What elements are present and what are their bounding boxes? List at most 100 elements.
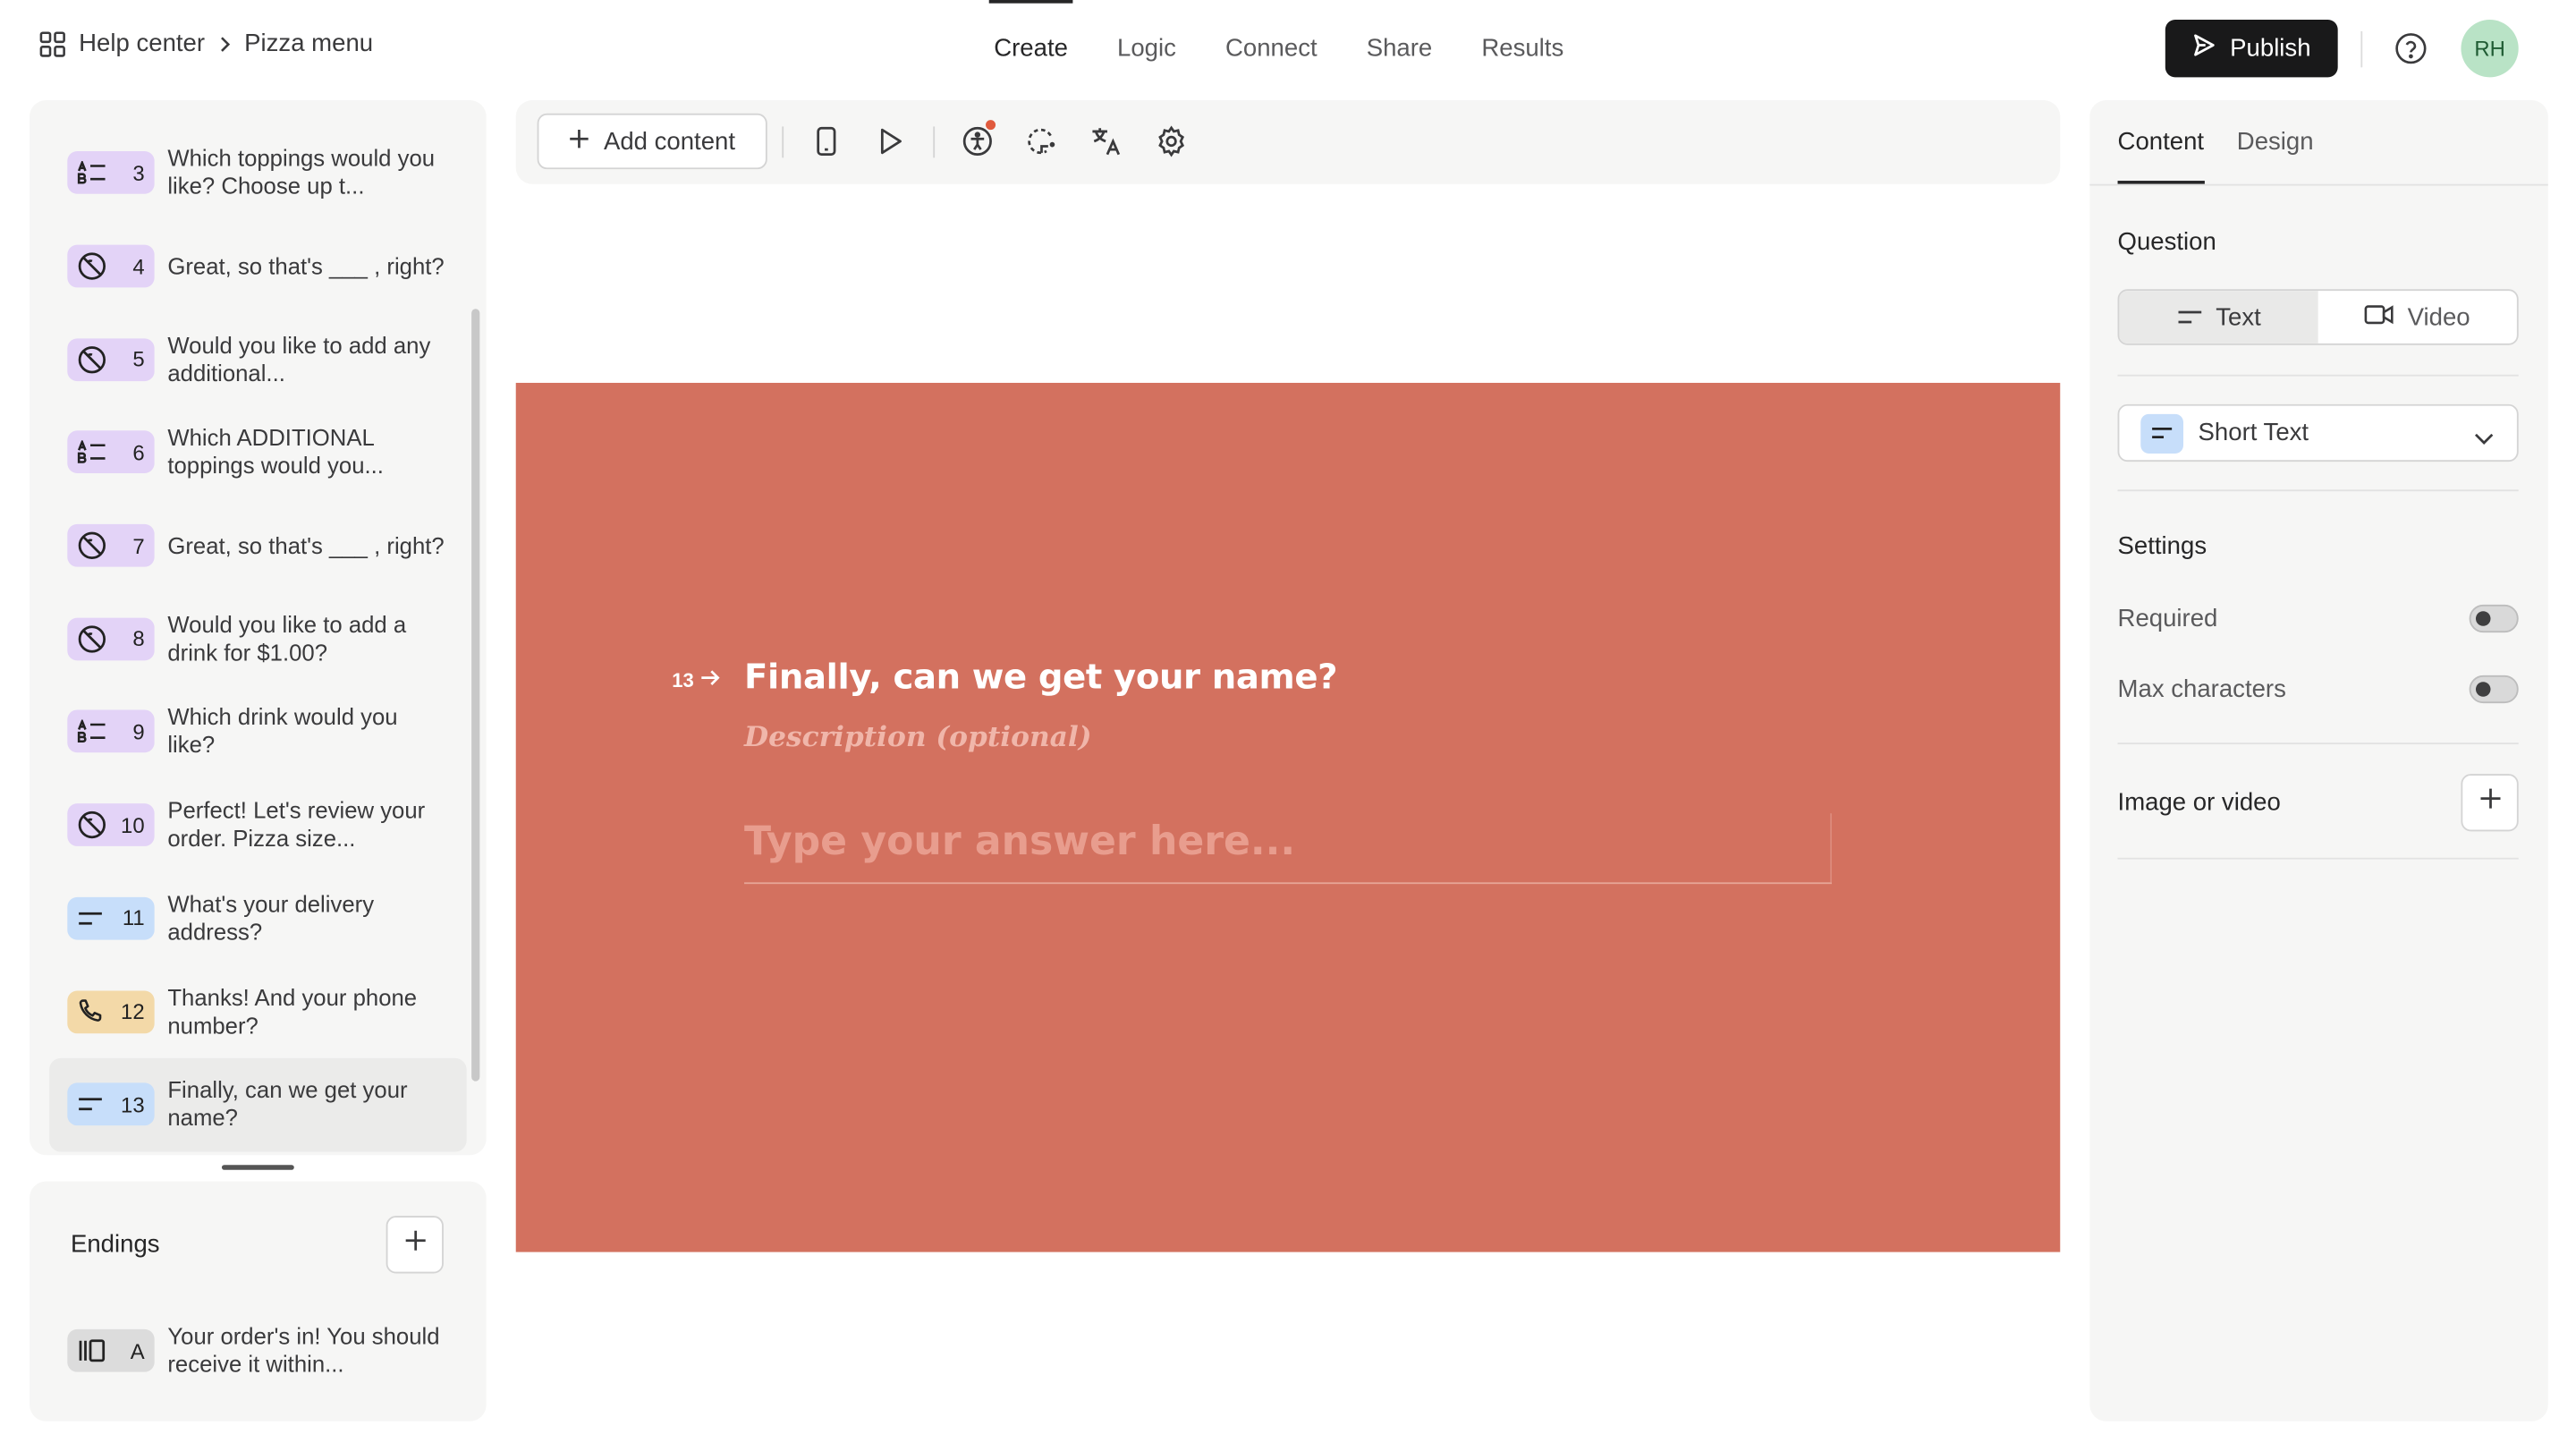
ending-label: A — [130, 1338, 145, 1363]
question-item-3[interactable]: 3 Which toppings would you like? Choose u… — [49, 126, 467, 219]
ai-assist-icon[interactable] — [1023, 123, 1059, 159]
question-item-8[interactable]: 8 Would you like to add a drink for $1.00… — [49, 592, 467, 685]
max-characters-toggle[interactable] — [2469, 674, 2519, 703]
required-label: Required — [2117, 604, 2218, 632]
setting-max-characters: Max characters — [2118, 672, 2519, 705]
question-text: What's your delivery address? — [167, 890, 375, 945]
question-text: Perfect! Let's review your order. Pizza … — [167, 797, 426, 852]
question-item-10[interactable]: 10 Perfect! Let's review your order. Pizz… — [49, 778, 467, 871]
breadcrumb-parent[interactable]: Help center — [79, 30, 205, 57]
question-number: 13 — [121, 1091, 145, 1117]
question-description[interactable]: Description (optional) — [744, 721, 1091, 754]
question-item-5[interactable]: 5 Would you like to add any additional... — [49, 313, 467, 406]
question-item-9[interactable]: 9 Which drink would you like? — [49, 685, 467, 778]
multiple-choice-icon — [77, 440, 106, 464]
question-badge: 11 — [67, 896, 155, 940]
question-item-6[interactable]: 6 Which ADDITIONAL toppings would you... — [49, 406, 467, 499]
question-text: Which drink would you like? — [167, 703, 398, 759]
multiple-choice-icon — [77, 161, 106, 185]
question-badge: 10 — [67, 803, 155, 847]
properties-tabs: Content Design — [2117, 100, 2314, 184]
properties-panel: Content Design Question Text Video Short… — [2089, 100, 2548, 1421]
add-ending-button[interactable] — [386, 1216, 444, 1274]
tab-results[interactable]: Results — [1457, 0, 1589, 98]
question-badge: 12 — [67, 989, 155, 1033]
play-icon[interactable] — [872, 123, 908, 159]
resize-handle[interactable] — [221, 1165, 294, 1170]
divider — [2117, 857, 2519, 860]
multiple-choice-icon — [77, 720, 106, 743]
video-option-label: Video — [2407, 302, 2470, 332]
question-item-13[interactable]: 13 Finally, can we get your name? — [49, 1057, 467, 1151]
add-content-button[interactable]: Add content — [537, 113, 767, 170]
tab-create[interactable]: Create — [970, 0, 1093, 98]
question-badge: 5 — [67, 337, 155, 381]
statement-icon — [77, 251, 106, 281]
max-characters-label: Max characters — [2117, 674, 2286, 703]
add-image-button[interactable] — [2461, 774, 2519, 832]
text-option[interactable]: Text — [2119, 291, 2318, 344]
tab-logic[interactable]: Logic — [1092, 0, 1200, 98]
statement-icon — [77, 344, 106, 374]
video-option[interactable]: Video — [2318, 291, 2517, 344]
question-badge: 9 — [67, 710, 155, 754]
divider — [2117, 489, 2519, 492]
tab-design[interactable]: Design — [2237, 100, 2314, 184]
question-number: 11 — [122, 905, 145, 931]
question-number: 4 — [132, 253, 145, 279]
phone-icon — [77, 998, 103, 1024]
avatar[interactable]: RH — [2461, 20, 2519, 78]
setting-required: Required — [2118, 601, 2519, 634]
question-text: Thanks! And your phone number? — [167, 983, 418, 1038]
question-title[interactable]: Finally, can we get your name? — [744, 658, 1337, 697]
endings-title: Endings — [70, 1230, 160, 1259]
publish-button[interactable]: Publish — [2165, 20, 2338, 78]
question-item-11[interactable]: 11 What's your delivery address? — [49, 871, 467, 964]
question-number: 13 — [672, 669, 722, 692]
add-content-label: Add content — [603, 127, 735, 156]
image-video-label: Image or video — [2117, 788, 2281, 817]
ending-badge: A — [67, 1328, 155, 1372]
notification-dot — [986, 120, 996, 131]
question-number: 7 — [132, 533, 145, 558]
ending-text: Your order's in! You should receive it w… — [167, 1322, 440, 1378]
breadcrumb-current[interactable]: Pizza menu — [244, 30, 373, 57]
tab-content[interactable]: Content — [2117, 100, 2204, 184]
question-preview: 13 Finally, can we get your name? Descri… — [515, 382, 2061, 1252]
statement-icon — [77, 810, 106, 840]
question-number: 9 — [132, 719, 145, 744]
tab-connect[interactable]: Connect — [1200, 0, 1342, 98]
plus-icon — [569, 127, 590, 155]
divider — [2117, 374, 2519, 377]
help-icon[interactable] — [2394, 31, 2428, 66]
question-text: Would you like to add any additional... — [167, 331, 431, 386]
question-item-7[interactable]: 7 Great, so that's ___ , right? — [49, 499, 467, 592]
question-text: Finally, can we get your name? — [167, 1076, 408, 1132]
mobile-preview-icon[interactable] — [809, 123, 844, 159]
settings-section-title: Settings — [2117, 532, 2207, 561]
divider — [933, 126, 936, 158]
publish-label: Publish — [2230, 34, 2311, 63]
gear-icon[interactable] — [1153, 123, 1189, 159]
question-type-select[interactable]: Short Text — [2117, 403, 2519, 462]
question-list-scrollbar[interactable] — [471, 309, 480, 1082]
translate-icon[interactable] — [1088, 123, 1123, 159]
required-toggle[interactable] — [2469, 604, 2519, 632]
question-number: 8 — [132, 626, 145, 651]
main-nav-tabs: Create Logic Connect Share Results — [970, 0, 1589, 98]
tab-share[interactable]: Share — [1342, 0, 1457, 98]
question-list-panel: 3 Which toppings would you like? Choose u… — [30, 100, 487, 1156]
question-item-4[interactable]: 4 Great, so that's ___ , right? — [49, 220, 467, 313]
grid-icon[interactable] — [39, 30, 65, 56]
accessibility-icon[interactable] — [960, 120, 996, 159]
question-type-label: Short Text — [2198, 419, 2309, 447]
ending-item[interactable]: A Your order's in! You should receive it… — [67, 1323, 446, 1379]
question-item-12[interactable]: 12 Thanks! And your phone number? — [49, 965, 467, 1058]
divider — [2360, 30, 2363, 68]
divider — [2089, 183, 2548, 186]
question-badge: 3 — [67, 151, 155, 195]
answer-input[interactable]: Type your answer here... — [744, 813, 1832, 885]
short-text-icon — [2140, 412, 2184, 454]
text-option-label: Text — [2216, 302, 2261, 332]
chevron-right-icon — [218, 30, 232, 56]
